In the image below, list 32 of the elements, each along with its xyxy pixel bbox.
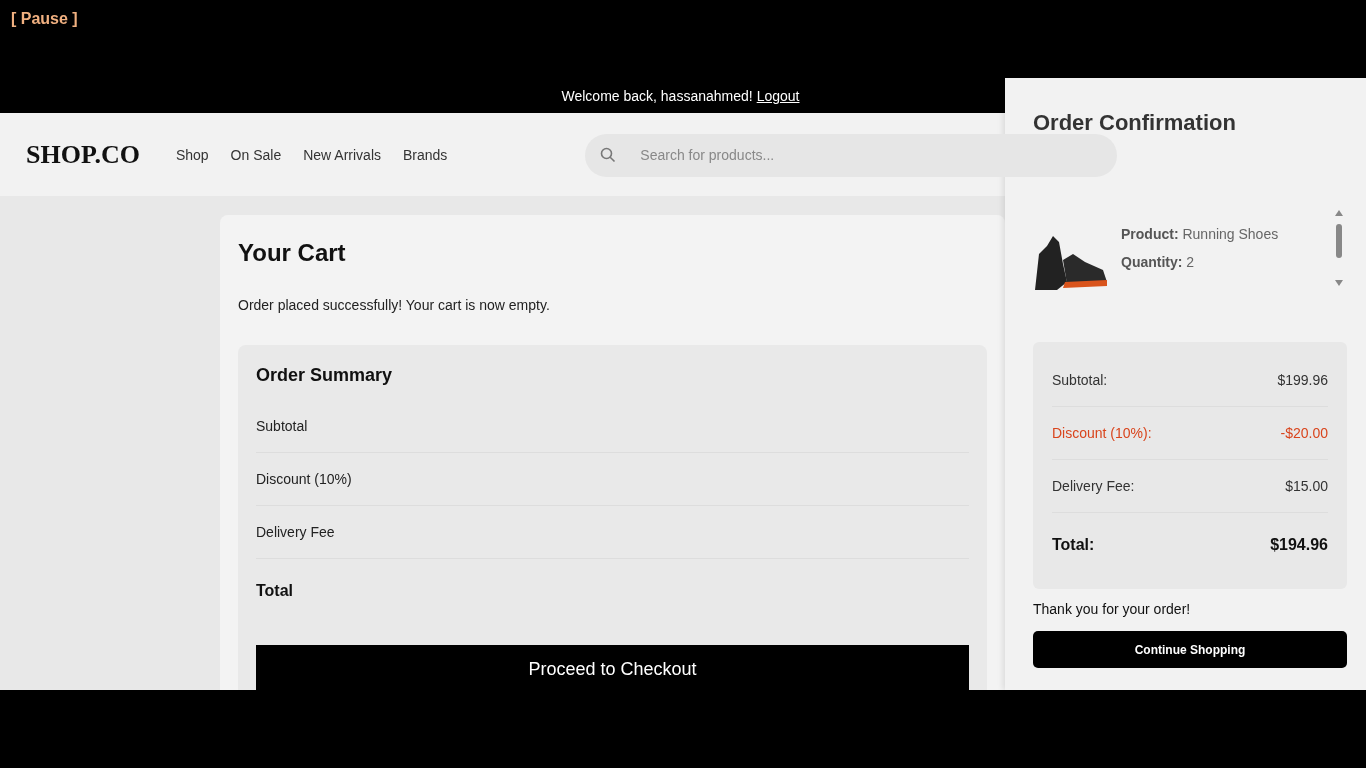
total-label: Delivery Fee: <box>1052 478 1135 494</box>
summary-title: Order Summary <box>256 365 394 386</box>
nav-link[interactable]: New Arrivals <box>303 146 381 163</box>
nav-link[interactable]: Shop <box>175 146 209 163</box>
item-detail: Quantity: 2 <box>1121 254 1196 270</box>
total-label: Subtotal: <box>1052 372 1108 388</box>
logo: SHOP.CO <box>26 139 140 170</box>
cart-message: Order placed successfully! Your cart is now empty. <box>238 297 551 313</box>
summary-label: Discount (10%) <box>256 471 352 487</box>
nav-link[interactable]: Brands <box>403 146 448 163</box>
thank-you-text: Thank you for your order! <box>1033 601 1192 617</box>
total-label: Total: <box>1052 536 1095 554</box>
checkout-button[interactable]: Proceed to Checkout <box>256 645 969 690</box>
total-value: -$20.00 <box>1280 425 1328 441</box>
nav-link[interactable]: On Sale <box>230 146 282 163</box>
continue-shopping-button[interactable]: Continue Shopping <box>1033 631 1347 668</box>
search-bar[interactable]: Search for products... <box>585 133 1118 177</box>
summary-label: Subtotal <box>256 418 308 434</box>
logout-link[interactable]: Logout <box>756 87 800 104</box>
search-input[interactable]: Search for products... <box>638 146 1118 164</box>
search-icon <box>600 147 617 163</box>
item-detail: Product: Running Shoes <box>1121 226 1280 242</box>
summary-label: Total <box>256 582 294 600</box>
total-value: $199.96 <box>1277 372 1328 388</box>
cart-title: Your Cart <box>238 239 347 267</box>
welcome-text: Welcome back, hassanahmed! <box>561 87 753 104</box>
pause-indicator: [ Pause ] <box>11 10 78 27</box>
confirmation-title: Order Confirmation <box>1033 110 1237 136</box>
total-value: $15.00 <box>1285 478 1328 494</box>
total-value: $194.96 <box>1270 536 1328 554</box>
summary-label: Delivery Fee <box>256 524 335 540</box>
total-label: Discount (10%): <box>1052 425 1152 441</box>
